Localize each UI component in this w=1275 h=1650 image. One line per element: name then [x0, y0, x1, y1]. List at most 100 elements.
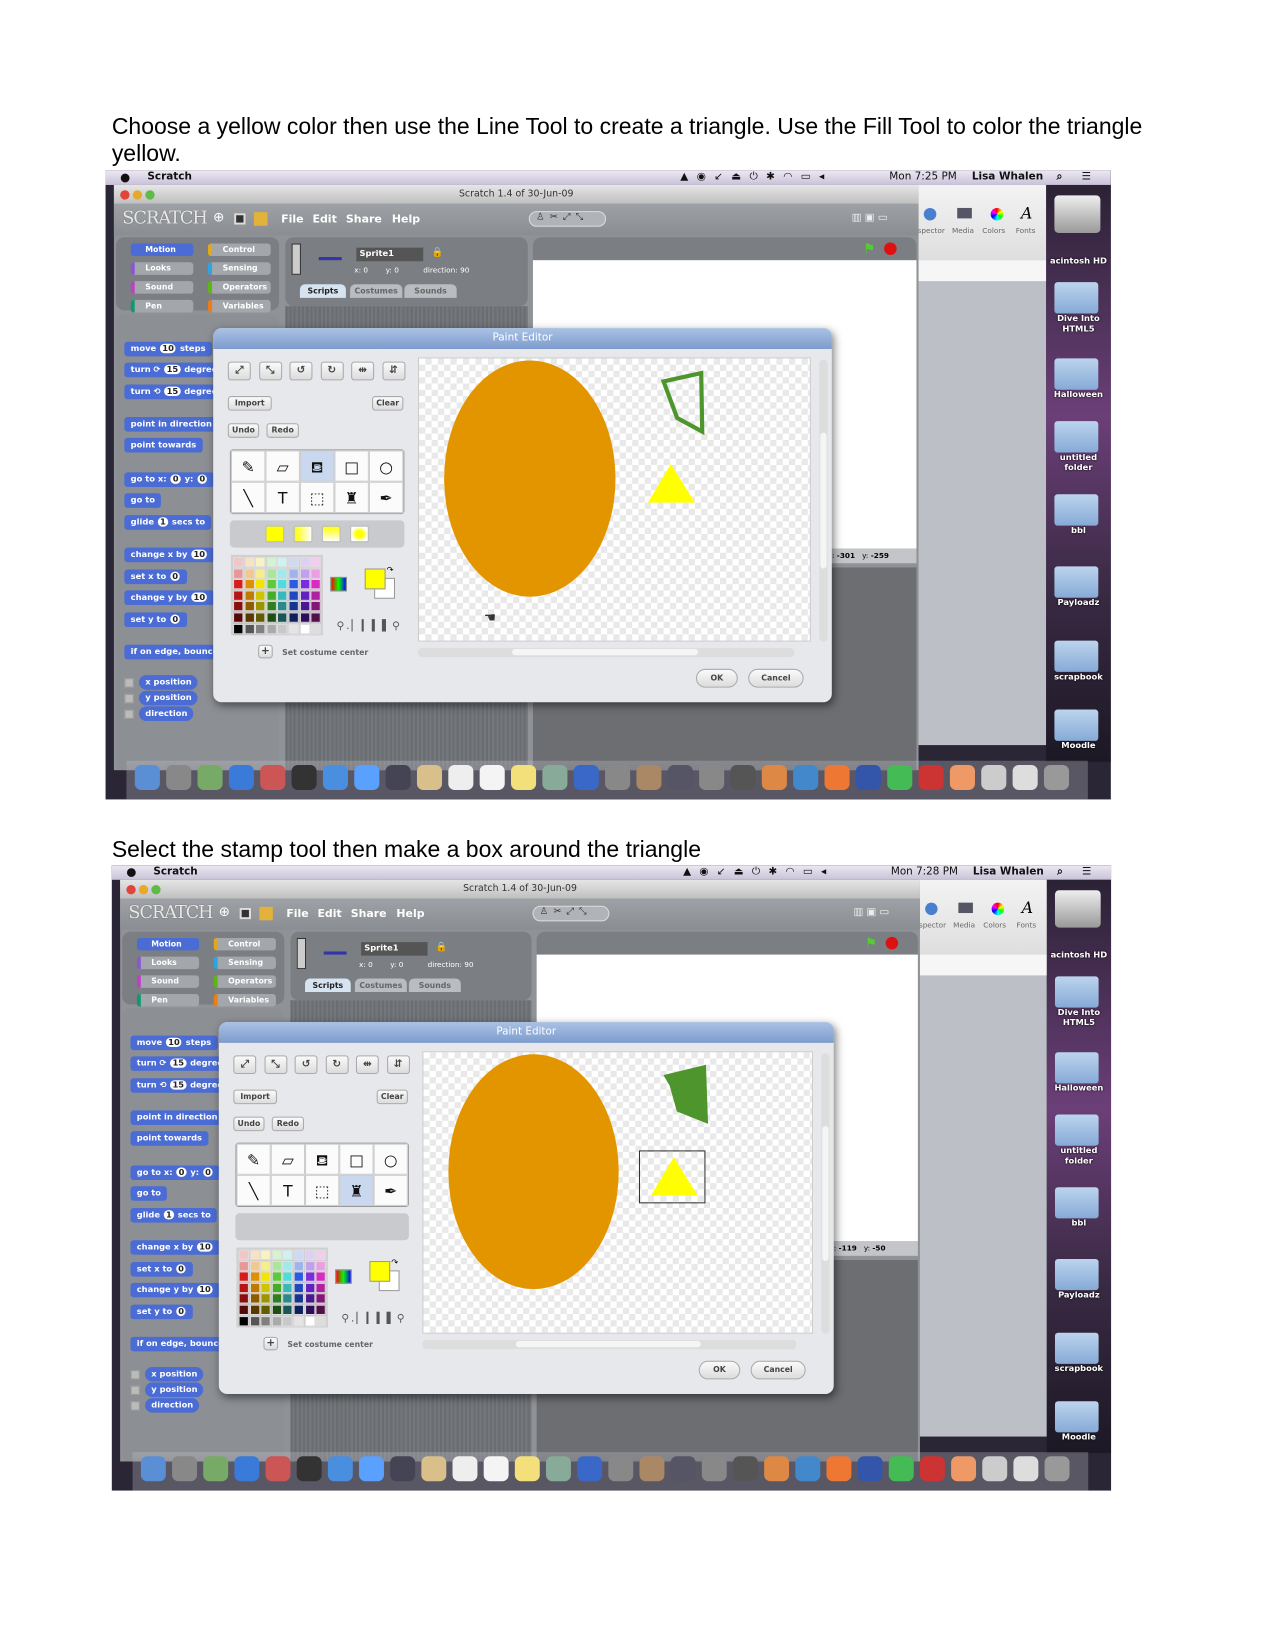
close-button[interactable]: [126, 884, 136, 895]
category-looks[interactable]: Looks: [130, 262, 194, 275]
motion-block[interactable]: set x to 0: [124, 569, 188, 585]
color-swatch[interactable]: [293, 1260, 304, 1271]
menu-help[interactable]: Help: [392, 213, 420, 226]
status-icons[interactable]: ▲◉↙⏏⏻✱◠▭◂: [680, 171, 832, 182]
folder-icon[interactable]: [1054, 421, 1099, 453]
desktop-item-label[interactable]: Halloween: [1047, 1083, 1111, 1093]
desktop-item-label[interactable]: acintosh HD: [1046, 256, 1111, 266]
color-swatch[interactable]: [310, 601, 322, 612]
dock-itunes-icon[interactable]: [577, 1456, 603, 1482]
lock-icon[interactable]: 🔒: [432, 248, 444, 258]
color-swatch[interactable]: [293, 1304, 304, 1316]
set-center-icon[interactable]: +: [263, 1336, 279, 1351]
color-swatch[interactable]: [271, 1282, 282, 1294]
dock-imovie-icon[interactable]: [605, 764, 631, 791]
redo-button[interactable]: Redo: [271, 1116, 304, 1132]
dock-safari-icon[interactable]: [322, 764, 348, 791]
ok-button[interactable]: OK: [698, 1360, 741, 1380]
motion-block[interactable]: point in direction: [130, 1110, 224, 1125]
motion-block[interactable]: go to x: 0 y: 0: [130, 1165, 221, 1180]
dock-textedit-icon[interactable]: [483, 1456, 509, 1482]
motion-block[interactable]: change y by 10: [124, 590, 215, 606]
tab-sounds[interactable]: Sounds: [404, 284, 457, 298]
tab-sounds[interactable]: Sounds: [408, 978, 461, 992]
motion-block[interactable]: change y by 10: [130, 1282, 221, 1298]
color-swatch[interactable]: [260, 1293, 271, 1305]
folder-icon[interactable]: [1054, 976, 1099, 1008]
dock-photo-booth-icon[interactable]: [730, 764, 756, 791]
color-swatch[interactable]: [266, 579, 277, 590]
folder-icon[interactable]: [1054, 358, 1099, 390]
dock-facetime-icon[interactable]: [385, 764, 411, 791]
menu-share[interactable]: Share: [351, 908, 387, 920]
dock-scratch-file-icon[interactable]: [919, 1456, 945, 1482]
line-tool[interactable]: ╲: [230, 481, 266, 514]
color-swatch[interactable]: [238, 1315, 249, 1327]
color-swatch[interactable]: [315, 1293, 326, 1305]
motion-block[interactable]: set y to 0: [130, 1304, 194, 1320]
color-swatch[interactable]: [304, 1293, 315, 1305]
shrink-icon[interactable]: ⤡: [258, 361, 282, 381]
flip-horizontal-icon[interactable]: ⇹: [351, 361, 375, 381]
folder-icon[interactable]: [1054, 1332, 1099, 1364]
color-swatch[interactable]: [299, 623, 310, 634]
dock-imovie-icon[interactable]: [608, 1456, 634, 1482]
folder-icon[interactable]: [1054, 494, 1099, 526]
dock-pages-icon[interactable]: [793, 764, 819, 791]
globe-icon[interactable]: ⊕: [213, 210, 224, 226]
color-swatch[interactable]: [260, 1271, 271, 1282]
flip-vertical-icon[interactable]: ⇵: [381, 361, 405, 381]
paint-canvas[interactable]: ☚: [417, 357, 811, 642]
dock-system-preferences-icon[interactable]: [699, 764, 725, 791]
motion-block[interactable]: go to: [124, 493, 162, 508]
rotation-style-buttons[interactable]: [291, 243, 301, 275]
motion-block[interactable]: point towards: [124, 437, 203, 453]
menu-file[interactable]: File: [286, 908, 308, 920]
dock-itunes-icon[interactable]: [573, 764, 599, 791]
color-swatch[interactable]: [288, 568, 299, 579]
rotate-cw-icon[interactable]: ↻: [320, 361, 344, 381]
color-swatch[interactable]: [255, 601, 266, 612]
eraser-tool[interactable]: ▱: [265, 450, 300, 482]
category-variables[interactable]: Variables: [207, 299, 271, 313]
motion-block[interactable]: change x by 10: [124, 547, 215, 563]
color-swatch[interactable]: [310, 623, 322, 634]
color-swatch[interactable]: [238, 1293, 249, 1305]
color-swatch[interactable]: [255, 590, 266, 601]
category-operators[interactable]: Operators: [207, 281, 271, 294]
color-swatch[interactable]: [244, 579, 255, 590]
category-operators[interactable]: Operators: [213, 975, 276, 988]
category-variables[interactable]: Variables: [213, 994, 276, 1007]
text-tool[interactable]: T: [265, 481, 300, 514]
import-button[interactable]: Import: [233, 1089, 277, 1105]
reporter-block[interactable]: x position: [138, 675, 198, 690]
color-swatch[interactable]: [282, 1293, 293, 1305]
color-swatch[interactable]: [233, 612, 244, 623]
shrink-icon[interactable]: ⤡: [263, 1055, 287, 1075]
folder-icon[interactable]: [1054, 1052, 1099, 1084]
motion-block[interactable]: glide 1 secs to: [124, 515, 212, 530]
folder-icon[interactable]: [1054, 709, 1099, 741]
app-menu[interactable]: Scratch: [153, 866, 197, 877]
rotate-ccw-icon[interactable]: ↺: [294, 1055, 318, 1075]
toolbar-label[interactable]: spector: [919, 921, 946, 929]
dock-system-preferences-icon[interactable]: [701, 1456, 727, 1482]
color-swatch[interactable]: [233, 579, 244, 590]
dock-scratch-icon[interactable]: [951, 1456, 977, 1482]
color-swatch[interactable]: [277, 623, 288, 634]
rectangle-tool[interactable]: □: [334, 450, 369, 482]
hard-drive-icon[interactable]: [1054, 195, 1101, 234]
color-swatch[interactable]: [288, 579, 299, 590]
toolbar-label[interactable]: Media: [953, 921, 975, 929]
category-looks[interactable]: Looks: [136, 956, 200, 970]
close-button[interactable]: [120, 190, 130, 200]
dock-trash-icon[interactable]: [1044, 1456, 1070, 1482]
reporter-checkbox[interactable]: [124, 678, 134, 688]
dock-finder-icon[interactable]: [140, 1456, 166, 1482]
clock[interactable]: Mon 7:25 PM: [889, 171, 956, 182]
menu-help[interactable]: Help: [396, 908, 424, 920]
category-pen[interactable]: Pen: [136, 994, 200, 1007]
stage-view-buttons[interactable]: ▥▣▭: [852, 212, 904, 225]
color-swatch[interactable]: [260, 1282, 271, 1294]
color-swatch[interactable]: [233, 556, 244, 568]
